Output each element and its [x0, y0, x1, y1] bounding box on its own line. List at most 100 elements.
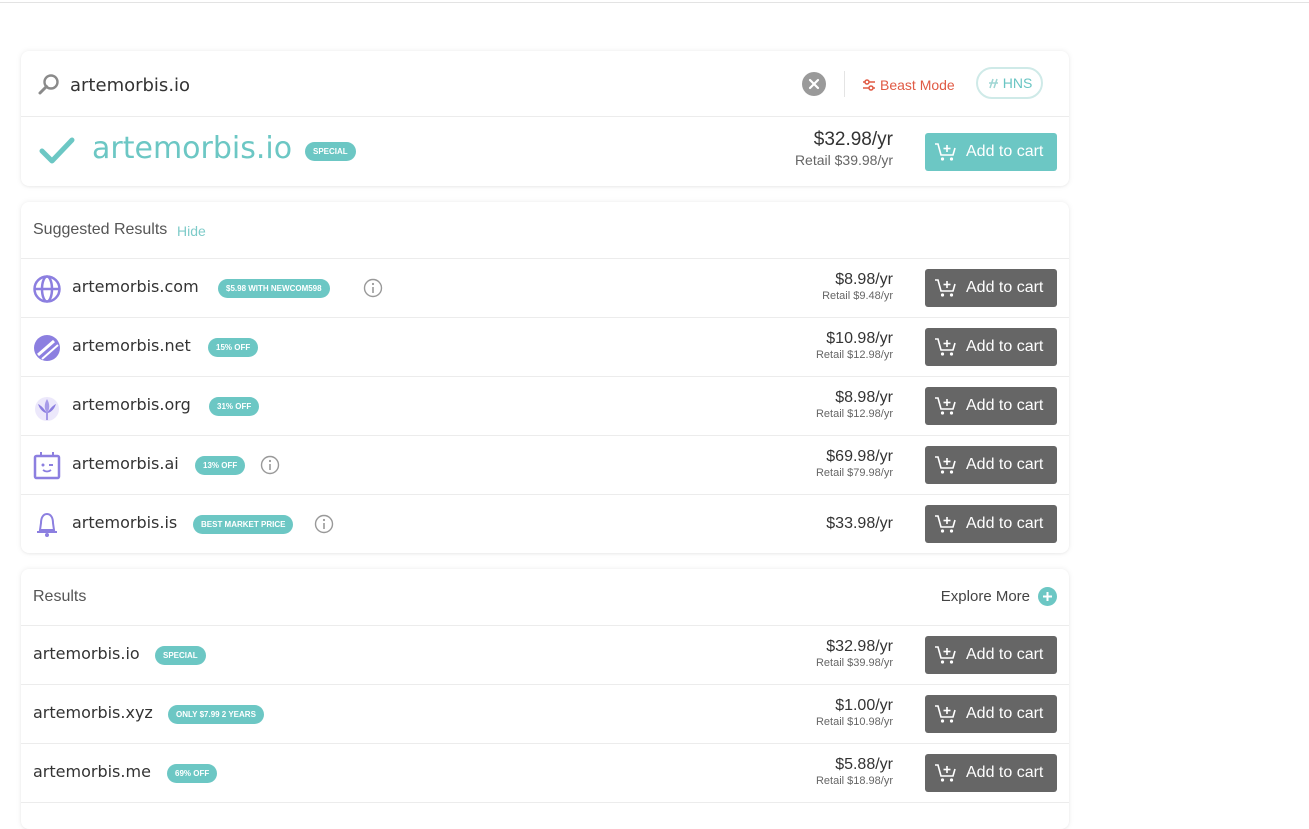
- search-input[interactable]: [70, 70, 770, 100]
- info-icon[interactable]: [260, 455, 280, 475]
- beast-mode-label: Beast Mode: [880, 77, 955, 93]
- add-to-cart-button[interactable]: Add to cart: [925, 505, 1057, 543]
- domain-name[interactable]: artemorbis.xyz: [33, 703, 153, 722]
- suggested-header: Suggested Results Hide: [21, 202, 1069, 259]
- price: $5.88/yr Retail $18.98/yr: [816, 756, 893, 787]
- retail-price: Retail $79.98/yr: [815, 467, 893, 479]
- domain-name[interactable]: artemorbis.ai: [72, 454, 179, 473]
- price-value: $10.98/yr: [826, 330, 893, 347]
- promo-badge: SPECIAL: [155, 646, 206, 665]
- promo-badge: BEST MARKET PRICE: [193, 515, 294, 534]
- suggested-title: Suggested Results: [33, 221, 168, 238]
- beast-mode-button[interactable]: Beast Mode: [862, 75, 955, 95]
- cart-plus-icon: [935, 279, 956, 297]
- net-leaf-icon: [34, 335, 60, 361]
- checkmark-icon: [39, 137, 75, 164]
- featured-price-value: $32.98/yr: [813, 129, 893, 150]
- suggested-results-card: Suggested Results Hide artemorbis.com $5…: [21, 202, 1069, 553]
- result-row-xyz: artemorbis.xyz ONLY $7.99 2 YEARS $1.00/…: [21, 685, 1069, 744]
- price-value: $8.98/yr: [835, 271, 893, 288]
- cart-label: Add to cart: [966, 397, 1044, 414]
- retail-price: Retail $12.98/yr: [815, 408, 893, 420]
- price-value: $8.98/yr: [835, 389, 893, 406]
- bell-icon: [37, 512, 57, 537]
- add-to-cart-button[interactable]: Add to cart: [925, 636, 1057, 674]
- hide-suggestions-link[interactable]: Hide: [177, 223, 206, 239]
- featured-badge: SPECIAL: [305, 142, 356, 161]
- cart-plus-icon: [935, 456, 956, 474]
- results-header: Results Explore More: [21, 569, 1069, 626]
- cart-plus-icon: [935, 397, 956, 415]
- cart-plus-icon: [935, 705, 956, 723]
- domain-name[interactable]: artemorbis.org: [72, 395, 191, 414]
- retail-price: Retail $39.98/yr: [815, 657, 893, 669]
- promo-badge: 69% OFF: [167, 764, 218, 783]
- cart-plus-icon: [935, 764, 956, 782]
- cart-label: Add to cart: [966, 646, 1044, 663]
- featured-domain: artemorbis.io: [92, 131, 293, 166]
- price-value: $1.00/yr: [835, 697, 893, 714]
- featured-price: $32.98/yr Retail $39.98/yr: [795, 129, 893, 168]
- domain-name[interactable]: artemorbis.me: [33, 762, 151, 781]
- featured-add-to-cart-button[interactable]: Add to cart: [925, 133, 1057, 171]
- retail-price: Retail $18.98/yr: [815, 775, 893, 787]
- search-icon: [38, 74, 59, 95]
- price: $33.98/yr: [826, 515, 893, 533]
- suggested-row-ai: artemorbis.ai 13% OFF $69.98/yr Retail $…: [21, 436, 1069, 495]
- cart-plus-icon: [935, 338, 956, 356]
- price-value: $32.98/yr: [826, 638, 893, 655]
- explore-more-label: Explore More: [940, 588, 1030, 605]
- search-bar: Beast Mode HNS: [21, 51, 1069, 117]
- plus-icon: [1038, 587, 1057, 606]
- hns-toggle-button[interactable]: HNS: [976, 67, 1043, 99]
- price: $8.98/yr Retail $12.98/yr: [816, 389, 893, 420]
- suggested-row-org: artemorbis.org 31% OFF $8.98/yr Retail $…: [21, 377, 1069, 436]
- hns-icon: [988, 78, 998, 88]
- info-icon[interactable]: [363, 278, 383, 298]
- search-card: Beast Mode HNS artemorbis.io SPECIAL $32…: [21, 51, 1069, 186]
- results-card: Results Explore More artemorbis.io SPECI…: [21, 569, 1069, 829]
- retail-price: Retail $12.98/yr: [815, 349, 893, 361]
- cart-label: Add to cart: [966, 456, 1044, 473]
- price-value: $5.88/yr: [835, 756, 893, 773]
- cart-plus-icon: [935, 515, 956, 533]
- cart-plus-icon: [935, 646, 956, 664]
- featured-result: artemorbis.io: [21, 117, 1069, 186]
- cart-label: Add to cart: [966, 338, 1044, 355]
- cart-label: Add to cart: [966, 764, 1044, 781]
- lotus-icon: [35, 397, 59, 421]
- hns-label: HNS: [1002, 75, 1033, 91]
- suggested-row-com: artemorbis.com $5.98 WITH NEWCOM598 $8.9…: [21, 259, 1069, 318]
- add-to-cart-button[interactable]: Add to cart: [925, 269, 1057, 307]
- promo-badge: 31% OFF: [209, 397, 260, 416]
- result-row-me: artemorbis.me 69% OFF $5.88/yr Retail $1…: [21, 744, 1069, 803]
- results-title: Results: [33, 588, 87, 605]
- sliders-icon: [863, 79, 875, 91]
- add-to-cart-button[interactable]: Add to cart: [925, 387, 1057, 425]
- add-to-cart-button[interactable]: Add to cart: [925, 328, 1057, 366]
- domain-name[interactable]: artemorbis.com: [72, 277, 199, 296]
- add-to-cart-button[interactable]: Add to cart: [925, 754, 1057, 792]
- explore-more-button[interactable]: Explore More: [941, 587, 1057, 606]
- price: $69.98/yr Retail $79.98/yr: [816, 448, 893, 479]
- domain-name[interactable]: artemorbis.io: [33, 644, 140, 663]
- promo-badge: ONLY $7.99 2 YEARS: [168, 705, 264, 724]
- cart-plus-icon: [935, 143, 956, 161]
- result-row-io: artemorbis.io SPECIAL $32.98/yr Retail $…: [21, 626, 1069, 685]
- cart-label: Add to cart: [966, 705, 1044, 722]
- close-icon: [808, 78, 820, 90]
- promo-badge: $5.98 WITH NEWCOM598: [218, 279, 330, 298]
- suggested-row-is: artemorbis.is BEST MARKET PRICE $33.98/y…: [21, 495, 1069, 554]
- price-value: $33.98/yr: [826, 515, 893, 532]
- cart-label: Add to cart: [966, 143, 1044, 160]
- domain-name[interactable]: artemorbis.net: [72, 336, 191, 355]
- add-to-cart-button[interactable]: Add to cart: [925, 446, 1057, 484]
- cart-label: Add to cart: [966, 279, 1044, 296]
- domain-name[interactable]: artemorbis.is: [72, 513, 177, 532]
- info-icon[interactable]: [314, 514, 334, 534]
- price: $10.98/yr Retail $12.98/yr: [816, 330, 893, 361]
- price: $8.98/yr Retail $9.48/yr: [822, 271, 893, 302]
- add-to-cart-button[interactable]: Add to cart: [925, 695, 1057, 733]
- clear-search-button[interactable]: [802, 72, 826, 96]
- globe-icon: [33, 275, 61, 303]
